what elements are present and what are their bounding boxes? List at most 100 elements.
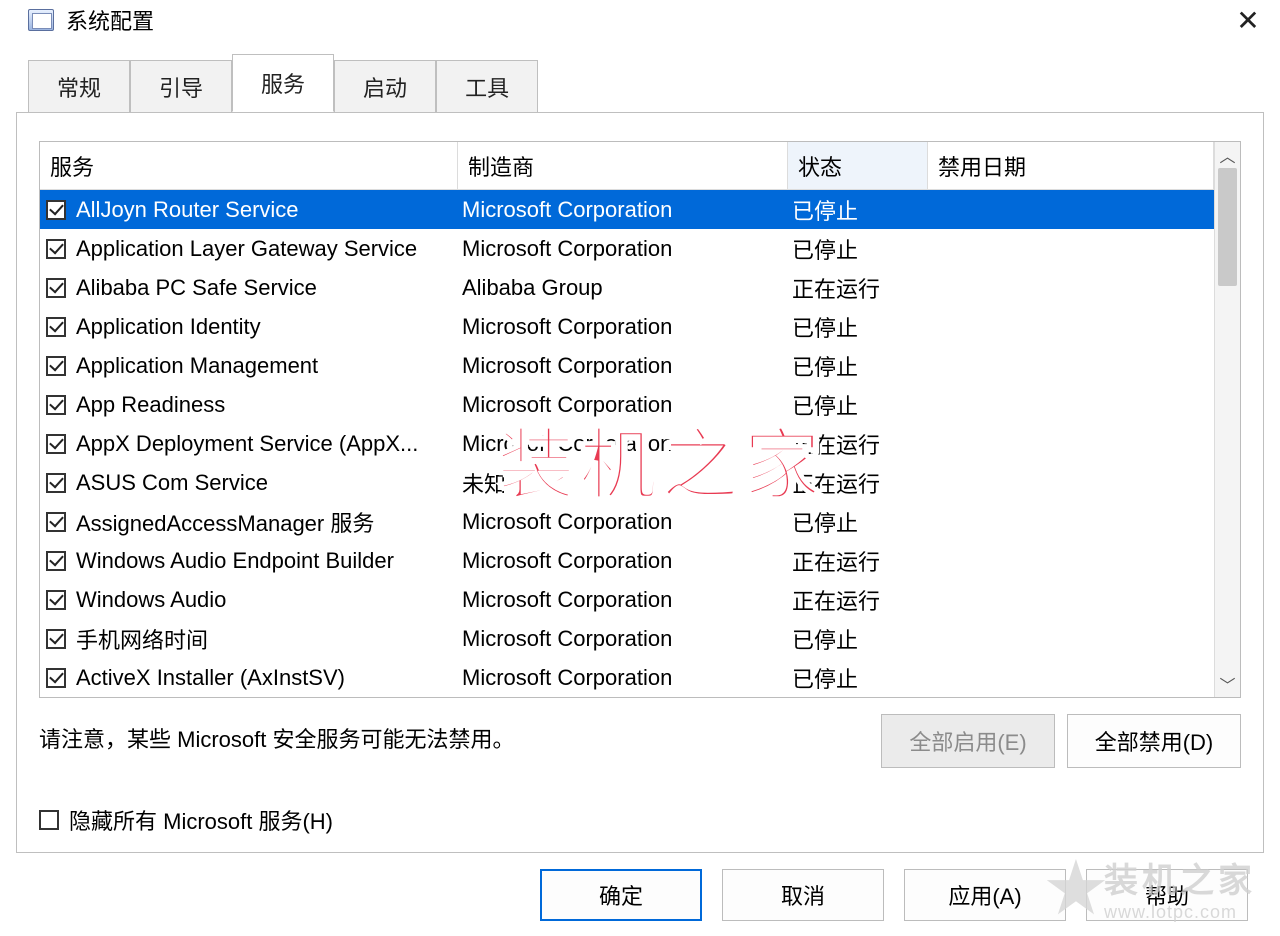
row-checkbox[interactable] bbox=[46, 668, 66, 688]
manufacturer: Microsoft Corporation bbox=[458, 509, 788, 535]
table-row[interactable]: Windows Audio Endpoint Builder Microsoft … bbox=[40, 541, 1214, 580]
state: 已停止 bbox=[788, 311, 928, 343]
service-name: App Readiness bbox=[76, 392, 225, 418]
row-checkbox[interactable] bbox=[46, 629, 66, 649]
manufacturer: Microsoft Corporation bbox=[458, 587, 788, 613]
app-icon bbox=[28, 9, 54, 31]
row-checkbox[interactable] bbox=[46, 395, 66, 415]
dialog-footer: 确定 取消 应用(A) 帮助 bbox=[0, 869, 1280, 936]
state: 正在运行 bbox=[788, 428, 928, 460]
service-name: Alibaba PC Safe Service bbox=[76, 275, 317, 301]
manufacturer: Microsoft Corporation bbox=[458, 392, 788, 418]
state: 正在运行 bbox=[788, 467, 928, 499]
scroll-down-icon[interactable]: ﹀ bbox=[1215, 671, 1240, 697]
service-name: ASUS Com Service bbox=[76, 470, 268, 496]
titlebar: 系统配置 ✕ bbox=[0, 0, 1280, 40]
col-service[interactable]: 服务 bbox=[40, 142, 458, 189]
tabstrip: 常规 引导 服务 启动 工具 bbox=[28, 62, 1280, 112]
table-row[interactable]: ActiveX Installer (AxInstSV) Microsoft Co… bbox=[40, 658, 1214, 697]
disable-all-button[interactable]: 全部禁用(D) bbox=[1067, 714, 1241, 768]
table-body: AllJoyn Router Service Microsoft Corporat… bbox=[40, 190, 1214, 697]
state: 正在运行 bbox=[788, 584, 928, 616]
scrollbar[interactable]: ︿ ﹀ bbox=[1214, 142, 1240, 697]
manufacturer: Microsoft Corporation bbox=[458, 626, 788, 652]
window-title: 系统配置 bbox=[66, 4, 154, 36]
hide-ms-checkbox[interactable] bbox=[39, 810, 59, 830]
state: 已停止 bbox=[788, 506, 928, 538]
cancel-button[interactable]: 取消 bbox=[722, 869, 884, 921]
manufacturer: Microsoft Corporation bbox=[458, 431, 788, 457]
service-name: ActiveX Installer (AxInstSV) bbox=[76, 665, 345, 691]
manufacturer: 未知 bbox=[458, 467, 788, 499]
tab-services[interactable]: 服务 bbox=[232, 54, 334, 112]
services-table: 服务 制造商 状态 禁用日期 AllJoyn Router Service Mic… bbox=[39, 141, 1241, 698]
table-row[interactable]: 手机网络时间 Microsoft Corporation已停止 bbox=[40, 619, 1214, 658]
col-state[interactable]: 状态 bbox=[788, 142, 928, 189]
scroll-thumb[interactable] bbox=[1218, 168, 1237, 286]
close-button[interactable]: ✕ bbox=[1224, 0, 1272, 40]
scroll-up-icon[interactable]: ︿ bbox=[1215, 142, 1240, 168]
row-checkbox[interactable] bbox=[46, 434, 66, 454]
service-name: AssignedAccessManager 服务 bbox=[76, 506, 374, 538]
row-checkbox[interactable] bbox=[46, 590, 66, 610]
tab-tools[interactable]: 工具 bbox=[436, 60, 538, 113]
state: 正在运行 bbox=[788, 545, 928, 577]
table-row[interactable]: Alibaba PC Safe Service Alibaba Group正在运行 bbox=[40, 268, 1214, 307]
manufacturer: Microsoft Corporation bbox=[458, 353, 788, 379]
table-row[interactable]: Application Layer Gateway Service Microso… bbox=[40, 229, 1214, 268]
col-disable-date[interactable]: 禁用日期 bbox=[928, 142, 1214, 189]
table-row[interactable]: App Readiness Microsoft Corporation已停止 bbox=[40, 385, 1214, 424]
table-row[interactable]: Application Identity Microsoft Corporatio… bbox=[40, 307, 1214, 346]
col-manufacturer[interactable]: 制造商 bbox=[458, 142, 788, 189]
disable-note: 请注意，某些 Microsoft 安全服务可能无法禁用。 bbox=[39, 714, 869, 754]
service-name: Windows Audio bbox=[76, 587, 226, 613]
manufacturer: Microsoft Corporation bbox=[458, 665, 788, 691]
row-checkbox[interactable] bbox=[46, 317, 66, 337]
manufacturer: Microsoft Corporation bbox=[458, 548, 788, 574]
manufacturer: Alibaba Group bbox=[458, 275, 788, 301]
apply-button[interactable]: 应用(A) bbox=[904, 869, 1066, 921]
service-name: AllJoyn Router Service bbox=[76, 197, 299, 223]
tab-boot[interactable]: 引导 bbox=[130, 60, 232, 113]
state: 已停止 bbox=[788, 233, 928, 265]
service-name: AppX Deployment Service (AppX... bbox=[76, 431, 418, 457]
hide-ms-checkbox-row[interactable]: 隐藏所有 Microsoft 服务(H) bbox=[39, 804, 1241, 836]
manufacturer: Microsoft Corporation bbox=[458, 197, 788, 223]
state: 已停止 bbox=[788, 662, 928, 694]
state: 已停止 bbox=[788, 389, 928, 421]
ok-button[interactable]: 确定 bbox=[540, 869, 702, 921]
table-row[interactable]: AllJoyn Router Service Microsoft Corporat… bbox=[40, 190, 1214, 229]
enable-all-button[interactable]: 全部启用(E) bbox=[881, 714, 1055, 768]
table-header: 服务 制造商 状态 禁用日期 bbox=[40, 142, 1214, 190]
service-name: Application Layer Gateway Service bbox=[76, 236, 417, 262]
row-checkbox[interactable] bbox=[46, 473, 66, 493]
row-checkbox[interactable] bbox=[46, 356, 66, 376]
tab-startup[interactable]: 启动 bbox=[334, 60, 436, 113]
msconfig-window: 系统配置 ✕ 常规 引导 服务 启动 工具 装机之家 服务 制造商 状态 禁用日… bbox=[0, 0, 1280, 936]
state: 已停止 bbox=[788, 350, 928, 382]
service-name: Windows Audio Endpoint Builder bbox=[76, 548, 394, 574]
row-checkbox[interactable] bbox=[46, 200, 66, 220]
table-row[interactable]: Application Management Microsoft Corporat… bbox=[40, 346, 1214, 385]
hide-ms-label: 隐藏所有 Microsoft 服务(H) bbox=[69, 804, 333, 836]
tab-general[interactable]: 常规 bbox=[28, 60, 130, 113]
row-checkbox[interactable] bbox=[46, 551, 66, 571]
service-name: 手机网络时间 bbox=[76, 623, 208, 655]
service-name: Application Management bbox=[76, 353, 318, 379]
table-row[interactable]: AssignedAccessManager 服务 Microsoft Corpor… bbox=[40, 502, 1214, 541]
manufacturer: Microsoft Corporation bbox=[458, 314, 788, 340]
scroll-track[interactable] bbox=[1215, 168, 1240, 671]
table-row[interactable]: Windows Audio Microsoft Corporation正在运行 bbox=[40, 580, 1214, 619]
manufacturer: Microsoft Corporation bbox=[458, 236, 788, 262]
help-button[interactable]: 帮助 bbox=[1086, 869, 1248, 921]
row-checkbox[interactable] bbox=[46, 278, 66, 298]
state: 已停止 bbox=[788, 194, 928, 226]
row-checkbox[interactable] bbox=[46, 239, 66, 259]
row-checkbox[interactable] bbox=[46, 512, 66, 532]
services-panel: 装机之家 服务 制造商 状态 禁用日期 AllJoyn Router Servi… bbox=[16, 112, 1264, 853]
table-row[interactable]: AppX Deployment Service (AppX... Microsof… bbox=[40, 424, 1214, 463]
service-name: Application Identity bbox=[76, 314, 261, 340]
state: 正在运行 bbox=[788, 272, 928, 304]
state: 已停止 bbox=[788, 623, 928, 655]
table-row[interactable]: ASUS Com Service 未知正在运行 bbox=[40, 463, 1214, 502]
